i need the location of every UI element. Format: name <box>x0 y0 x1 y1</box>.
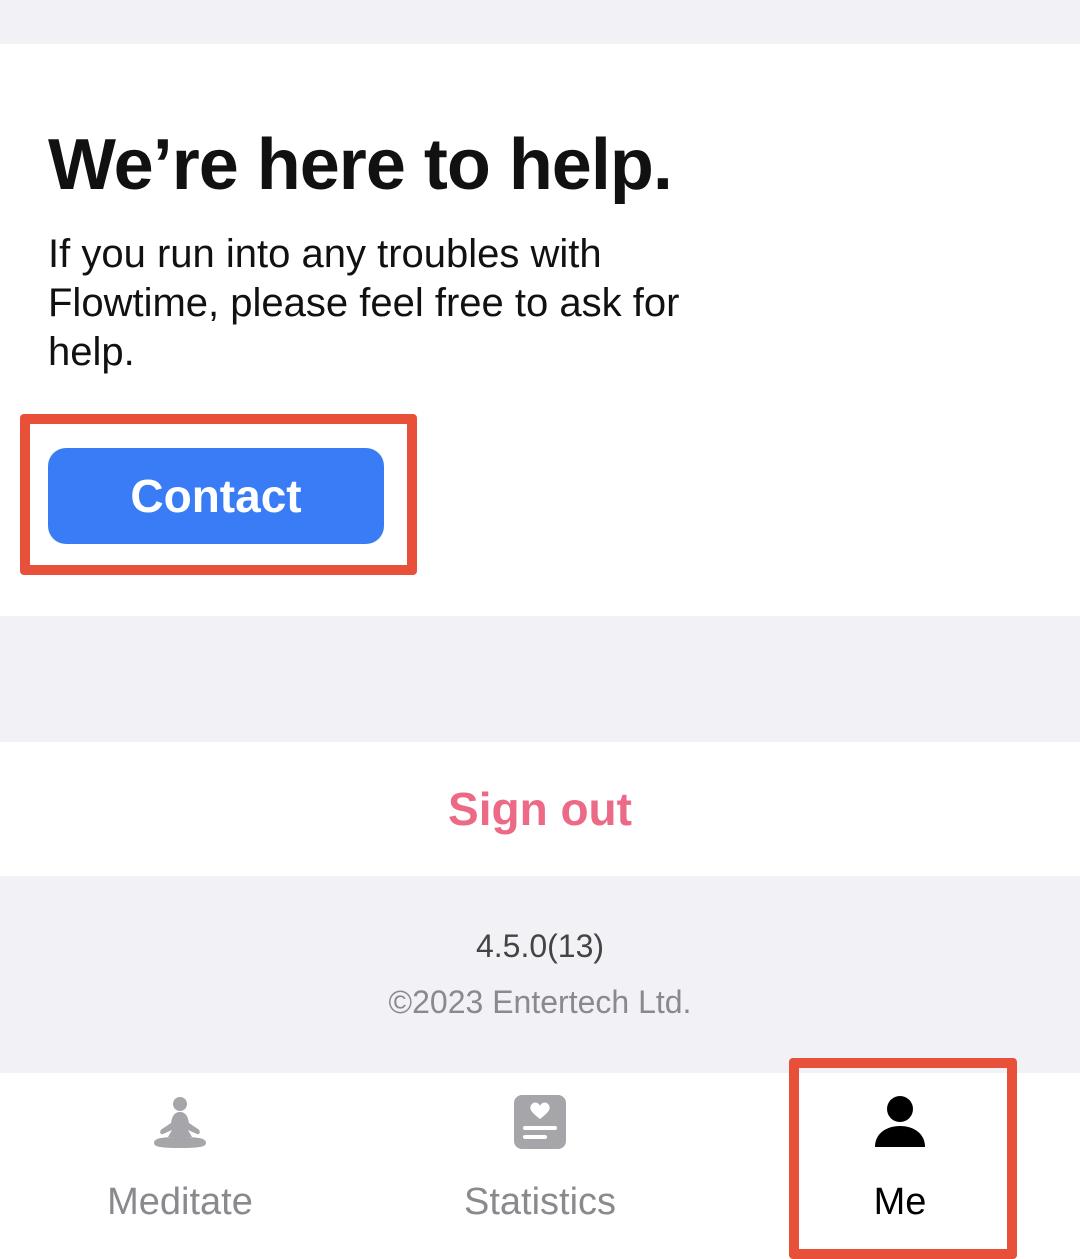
tab-me[interactable]: Me <box>720 1073 1080 1259</box>
help-title: We’re here to help. <box>48 125 673 205</box>
tab-meditate[interactable]: Meditate <box>0 1073 360 1259</box>
person-icon <box>870 1093 930 1153</box>
app-version: 4.5.0(13) <box>475 928 605 964</box>
sign-out-button[interactable]: Sign out <box>442 781 638 837</box>
tab-statistics[interactable]: Statistics <box>360 1073 720 1259</box>
contact-button[interactable]: Contact <box>48 448 384 544</box>
tab-me-label: Me <box>873 1181 927 1223</box>
signout-row: Sign out <box>0 742 1080 876</box>
tab-meditate-label: Meditate <box>107 1181 253 1223</box>
help-description: If you run into any troubles with Flowti… <box>48 232 680 374</box>
statistics-icon <box>510 1093 570 1153</box>
meditate-icon <box>150 1093 210 1153</box>
tab-statistics-label: Statistics <box>463 1181 617 1223</box>
bottom-tab-bar: Meditate Statistics Me <box>0 1073 1080 1259</box>
copyright-text: ©2023 Entertech Ltd. <box>388 984 692 1020</box>
